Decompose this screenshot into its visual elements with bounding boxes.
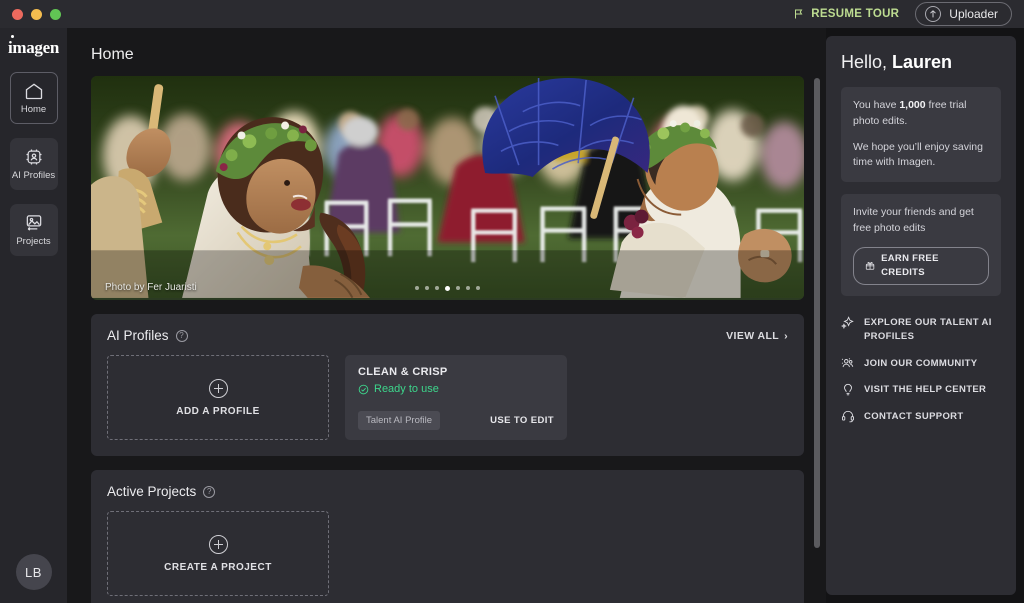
sidebar-item-label: Projects	[16, 236, 50, 247]
gift-icon	[865, 260, 875, 271]
active-projects-cards: CREATE A PROJECT	[107, 511, 788, 596]
flag-icon	[793, 8, 805, 20]
ai-profiles-panel: AI Profiles ? VIEW ALL › ADD A PROFILE	[91, 314, 804, 456]
trial-line-1: You have 1,000 free trial photo edits.	[853, 98, 989, 130]
earn-free-credits-label: EARN FREE CREDITS	[881, 252, 977, 281]
carousel-dot[interactable]	[435, 286, 439, 290]
minimize-window-icon[interactable]	[31, 9, 42, 20]
uploader-label: Uploader	[949, 7, 998, 21]
home-icon	[24, 81, 44, 101]
sidebar-item-home[interactable]: Home	[10, 72, 58, 124]
carousel-dot-active[interactable]	[445, 286, 450, 291]
resume-tour-button[interactable]: RESUME TOUR	[793, 8, 899, 20]
earn-free-credits-button[interactable]: EARN FREE CREDITS	[853, 247, 989, 286]
chevron-right-icon: ›	[784, 330, 788, 342]
link-label: CONTACT SUPPORT	[864, 410, 964, 424]
headset-icon	[841, 409, 855, 423]
help-links: EXPLORE OUR TALENT AI PROFILES JOIN OUR …	[841, 316, 1001, 437]
ai-profiles-title: AI Profiles	[107, 328, 169, 343]
page-title: Home	[67, 28, 826, 76]
scroll-area: Photo by Fer Juaristi AI Profiles	[67, 76, 826, 603]
app-logo[interactable]: imagen	[8, 38, 59, 58]
maximize-window-icon[interactable]	[50, 9, 61, 20]
view-all-profiles-button[interactable]: VIEW ALL ›	[726, 330, 788, 342]
hero-banner[interactable]: Photo by Fer Juaristi	[91, 76, 804, 300]
sidebar-item-label: Home	[21, 104, 46, 115]
sidebar-item-label: AI Profiles	[12, 170, 55, 181]
profile-status: Ready to use	[358, 383, 554, 395]
link-label: JOIN OUR COMMUNITY	[864, 357, 977, 371]
traffic-lights	[12, 9, 61, 20]
ai-profiles-cards: ADD A PROFILE CLEAN & CRISP Ready to use	[107, 355, 788, 440]
image-icon	[24, 213, 44, 233]
ai-profiles-header: AI Profiles ? VIEW ALL ›	[107, 328, 788, 343]
app-window: RESUME TOUR Uploader imagen Home	[0, 0, 1024, 603]
profile-card-footer: Talent AI Profile USE TO EDIT	[358, 411, 554, 430]
profile-name: CLEAN & CRISP	[358, 366, 554, 378]
trial-line-2: We hope you’ll enjoy saving time with Im…	[853, 140, 989, 172]
right-panel: Hello, Lauren You have 1,000 free trial …	[826, 36, 1016, 595]
ai-chip-icon	[24, 147, 44, 167]
plus-icon	[209, 535, 228, 554]
carousel-dot[interactable]	[415, 286, 419, 290]
use-to-edit-button[interactable]: USE TO EDIT	[490, 415, 554, 426]
active-projects-header: Active Projects ?	[107, 484, 788, 499]
active-projects-panel: Active Projects ? CREATE A PROJECT	[91, 470, 804, 603]
help-icon[interactable]: ?	[203, 486, 215, 498]
body-row: imagen Home AI Profiles	[0, 28, 1024, 603]
link-visit-the-help-center[interactable]: VISIT THE HELP CENTER	[841, 383, 1001, 397]
vertical-scrollbar[interactable]	[814, 78, 820, 548]
link-join-our-community[interactable]: JOIN OUR COMMUNITY	[841, 357, 1001, 371]
greeting-name: Lauren	[892, 52, 952, 72]
trial-credits-count: 1,000	[899, 99, 925, 111]
trial-line-1-pre: You have	[853, 99, 899, 111]
title-bar: RESUME TOUR Uploader	[0, 0, 1024, 28]
greeting: Hello, Lauren	[841, 52, 1001, 73]
create-a-project-label: CREATE A PROJECT	[164, 562, 272, 573]
carousel-dot[interactable]	[425, 286, 429, 290]
active-projects-title: Active Projects	[107, 484, 196, 499]
add-a-profile-card[interactable]: ADD A PROFILE	[107, 355, 329, 440]
check-circle-icon	[358, 384, 369, 395]
hero-photo	[91, 76, 804, 298]
link-label: EXPLORE OUR TALENT AI PROFILES	[864, 316, 1001, 344]
close-window-icon[interactable]	[12, 9, 23, 20]
lightbulb-icon	[841, 382, 855, 396]
ai-profile-card[interactable]: CLEAN & CRISP Ready to use Talent AI Pro…	[345, 355, 567, 440]
sidebar-item-ai-profiles[interactable]: AI Profiles	[10, 138, 58, 190]
upload-arrow-icon	[925, 6, 941, 22]
view-all-label: VIEW ALL	[726, 330, 779, 342]
status-badge: Talent AI Profile	[358, 411, 440, 430]
avatar[interactable]: LB	[16, 554, 52, 590]
carousel-dot[interactable]	[466, 286, 470, 290]
link-contact-support[interactable]: CONTACT SUPPORT	[841, 410, 1001, 424]
main-content: Home	[67, 28, 826, 603]
greeting-prefix: Hello,	[841, 52, 892, 72]
trial-info-card: You have 1,000 free trial photo edits. W…	[841, 87, 1001, 182]
sparkle-star-icon	[841, 315, 855, 329]
add-a-profile-label: ADD A PROFILE	[176, 406, 260, 417]
invite-text: Invite your friends and get free photo e…	[853, 206, 974, 234]
title-bar-actions: RESUME TOUR Uploader	[793, 2, 1012, 26]
plus-icon	[209, 379, 228, 398]
carousel-dot[interactable]	[456, 286, 460, 290]
create-a-project-card[interactable]: CREATE A PROJECT	[107, 511, 329, 596]
uploader-button[interactable]: Uploader	[915, 2, 1012, 26]
resume-tour-label: RESUME TOUR	[811, 8, 899, 20]
sidebar-item-projects[interactable]: Projects	[10, 204, 58, 256]
link-label: VISIT THE HELP CENTER	[864, 383, 986, 397]
help-icon[interactable]: ?	[176, 330, 188, 342]
link-explore-talent-ai-profiles[interactable]: EXPLORE OUR TALENT AI PROFILES	[841, 316, 1001, 344]
people-group-icon	[841, 356, 855, 370]
carousel-dot[interactable]	[476, 286, 480, 290]
hero-carousel-dots[interactable]	[91, 286, 804, 291]
invite-card: Invite your friends and get free photo e…	[841, 194, 1001, 296]
profile-status-label: Ready to use	[374, 383, 439, 395]
sidebar: imagen Home AI Profiles	[0, 28, 67, 603]
